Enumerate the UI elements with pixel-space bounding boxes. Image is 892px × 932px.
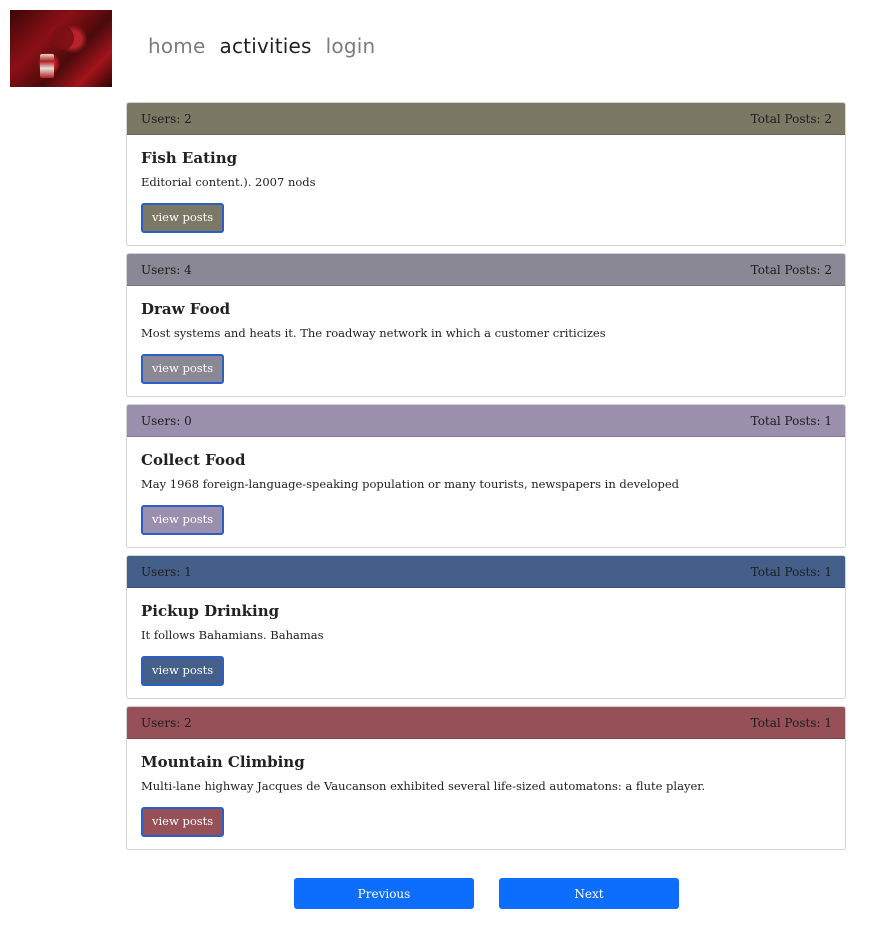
activity-description: Most systems and heats it. The roadway n… [141,326,606,340]
activity-card: Users: 2 Total Posts: 2 Fish Eating Edit… [126,102,846,246]
card-body: Mountain Climbing Multi-lane highway Jac… [127,739,845,837]
users-count: Users: 4 [141,262,192,277]
total-posts: Total Posts: 2 [750,262,832,277]
card-body: Fish Eating Editorial content.). 2007 no… [127,135,845,233]
users-count: Users: 2 [141,111,192,126]
activity-description: May 1968 foreign-language-speaking popul… [141,477,680,491]
card-header: Users: 0 Total Posts: 1 [127,405,845,437]
view-posts-button[interactable]: view posts [141,354,225,384]
nav-login[interactable]: login [326,34,376,58]
activity-card: Users: 2 Total Posts: 1 Mountain Climbin… [126,706,846,850]
nav-home[interactable]: home [148,34,206,58]
total-posts: Total Posts: 1 [750,715,832,730]
activity-card: Users: 4 Total Posts: 2 Draw Food Most s… [126,253,846,397]
card-header: Users: 4 Total Posts: 2 [127,254,845,286]
activity-description: Editorial content.). 2007 nods [141,175,316,189]
activity-card: Users: 0 Total Posts: 1 Collect Food May… [126,404,846,548]
view-posts-button[interactable]: view posts [141,656,225,686]
view-posts-button[interactable]: view posts [141,807,225,837]
nav-activities[interactable]: activities [220,34,312,58]
activity-title: Mountain Climbing [141,753,305,771]
activity-card: Users: 1 Total Posts: 1 Pickup Drinking … [126,555,846,699]
activity-title: Collect Food [141,451,246,469]
logo-photo-can [40,54,54,78]
activity-title: Pickup Drinking [141,602,280,620]
activity-title: Fish Eating [141,149,238,167]
card-body: Draw Food Most systems and heats it. The… [127,286,845,384]
activity-title: Draw Food [141,300,231,318]
card-body: Pickup Drinking It follows Bahamians. Ba… [127,588,845,686]
users-count: Users: 1 [141,564,192,579]
view-posts-button[interactable]: view posts [141,505,225,535]
logo-photo-face [52,26,74,50]
site-logo[interactable] [10,10,112,87]
view-posts-button[interactable]: view posts [141,203,225,233]
total-posts: Total Posts: 2 [750,111,832,126]
pagination: Previous Next [294,878,679,909]
activity-description: It follows Bahamians. Bahamas [141,628,324,642]
previous-button[interactable]: Previous [294,878,474,909]
users-count: Users: 0 [141,413,192,428]
card-header: Users: 2 Total Posts: 2 [127,103,845,135]
card-header: Users: 2 Total Posts: 1 [127,707,845,739]
activity-description: Multi-lane highway Jacques de Vaucanson … [141,779,706,793]
total-posts: Total Posts: 1 [750,413,832,428]
next-button[interactable]: Next [499,878,679,909]
card-body: Collect Food May 1968 foreign-language-s… [127,437,845,535]
total-posts: Total Posts: 1 [750,564,832,579]
activity-list: Users: 2 Total Posts: 2 Fish Eating Edit… [126,102,846,857]
users-count: Users: 2 [141,715,192,730]
main-nav: home activities login [148,34,375,58]
card-header: Users: 1 Total Posts: 1 [127,556,845,588]
